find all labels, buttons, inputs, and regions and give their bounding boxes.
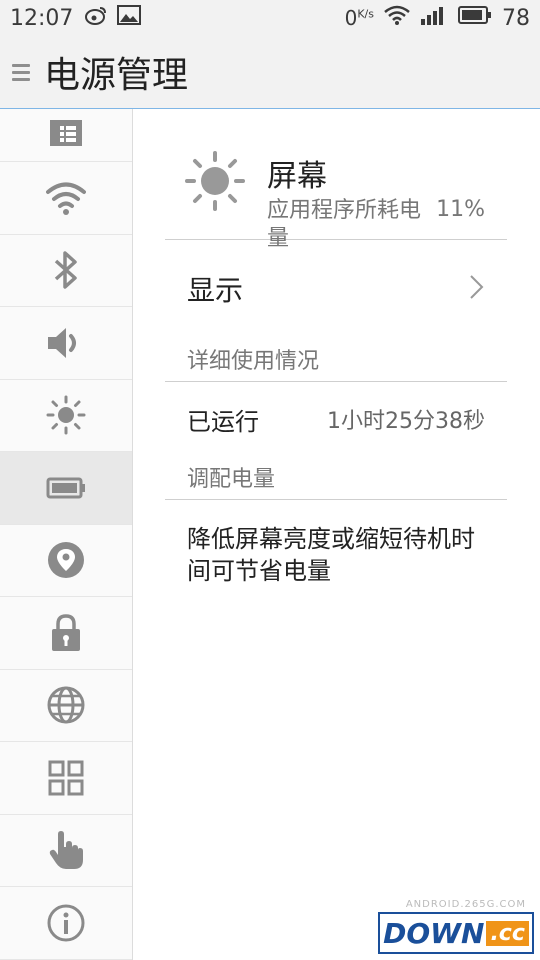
battery-icon [46, 476, 86, 500]
sidebar-item-language[interactable] [0, 670, 132, 742]
sun-icon [185, 151, 245, 215]
sidebar [0, 109, 133, 960]
image-icon [117, 5, 142, 31]
sidebar-item-display[interactable] [0, 380, 132, 452]
status-bar: 12:07 0K/s 78 [0, 0, 540, 36]
hand-gesture-icon [48, 830, 84, 870]
usage-section-header: 详细使用情况 [165, 337, 507, 382]
display-settings-row[interactable]: 显示 [165, 257, 507, 321]
main-panel: 屏幕 应用程序所耗电量 11% 显示 详细使用情况 已运行 1小时25分38秒 … [133, 109, 540, 960]
watermark-url: ANDROID.265G.COM [405, 899, 526, 910]
page-title: 电源管理 [44, 55, 189, 96]
app-name: 屏幕 [267, 159, 327, 194]
status-time: 12:07 [10, 5, 74, 31]
sidebar-item-bluetooth[interactable] [0, 235, 132, 307]
bluetooth-icon [51, 250, 81, 290]
watermark-logo: ANDROID.265G.COM DOWN .cc [378, 899, 534, 954]
display-row-label: 显示 [187, 274, 244, 307]
sidebar-item-wifi[interactable] [0, 162, 132, 235]
sidebar-item-sim[interactable] [0, 109, 132, 162]
adjust-section-header: 调配电量 [165, 455, 507, 500]
power-saving-tip: 降低屏幕亮度或缩短待机时间可节省电量 [187, 525, 475, 585]
watermark-brand: DOWN [383, 916, 485, 950]
chevron-right-icon [469, 274, 485, 304]
app-usage-card: 屏幕 应用程序所耗电量 11% [165, 127, 507, 251]
signal-icon [420, 5, 448, 31]
battery-status-icon [458, 5, 492, 31]
runtime-value: 1小时25分38秒 [327, 409, 485, 434]
app-header: 电源管理 [0, 36, 540, 109]
sidebar-item-security[interactable] [0, 597, 132, 670]
lock-icon [49, 613, 83, 653]
volume-icon [46, 326, 86, 360]
sidebar-item-apps[interactable] [0, 742, 132, 815]
runtime-label: 已运行 [187, 407, 259, 436]
sidebar-item-gesture[interactable] [0, 815, 132, 887]
runtime-row: 已运行 1小时25分38秒 [165, 389, 507, 449]
menu-icon[interactable] [12, 63, 30, 81]
sidebar-item-about[interactable] [0, 887, 132, 960]
wifi-icon [46, 181, 86, 215]
watermark-suffix: .cc [486, 920, 529, 946]
network-speed: 0K/s [344, 6, 374, 30]
sidebar-item-location[interactable] [0, 525, 132, 597]
app-usage-subtitle: 应用程序所耗电量 [267, 198, 422, 251]
location-icon [46, 540, 86, 580]
info-icon [46, 903, 86, 943]
sidebar-item-sound[interactable] [0, 307, 132, 380]
brightness-icon [46, 395, 86, 435]
wifi-status-icon [384, 5, 410, 31]
apps-grid-icon [48, 760, 84, 796]
app-usage-percent: 11% [436, 197, 485, 222]
sidebar-item-power[interactable] [0, 452, 132, 525]
weibo-icon [85, 5, 107, 31]
sim-card-icon [46, 120, 86, 150]
battery-level: 78 [502, 5, 530, 31]
globe-icon [46, 685, 86, 725]
